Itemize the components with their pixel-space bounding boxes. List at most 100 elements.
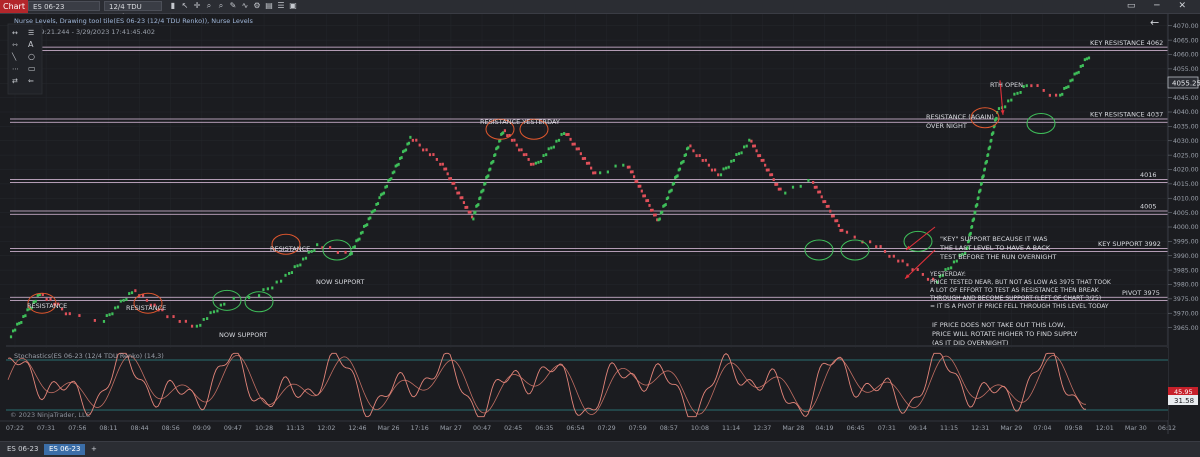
renko-brick [336, 251, 339, 254]
zoom-in-icon[interactable]: ⌕ [204, 1, 214, 11]
renko-brick [606, 170, 609, 174]
renko-brick [1042, 89, 1045, 92]
renko-brick [594, 171, 597, 175]
renko-brick [1085, 57, 1089, 61]
draw-icon[interactable]: ✎ [228, 1, 238, 11]
renko-brick [130, 291, 134, 295]
dash-line-tool-icon[interactable]: ⋯ [12, 65, 19, 73]
yesterday-note-line-1: YESTERDAY: [929, 271, 966, 278]
add-tab-button[interactable]: + [86, 444, 102, 455]
renko-brick [661, 210, 664, 214]
window-controls[interactable]: ▭ ─ ✕ [1127, 0, 1194, 13]
ray-tool-icon[interactable]: ⇿ [12, 41, 18, 49]
pointer-icon[interactable]: ↖ [180, 1, 190, 11]
bar-type-selector[interactable]: 12/4 TDU Renko [104, 1, 162, 21]
renko-brick [522, 153, 525, 157]
extended-line-tool-icon[interactable]: ╲ [11, 52, 17, 61]
renko-brick [1061, 92, 1064, 96]
renko-brick [695, 154, 698, 158]
renko-brick [719, 173, 723, 177]
renko-brick [678, 167, 682, 171]
renko-brick [537, 160, 540, 164]
renko-brick [818, 190, 822, 194]
bar-chart-icon[interactable]: ▮ [168, 1, 178, 11]
price-label: 4025.00 [1173, 152, 1199, 159]
circle-tool-icon[interactable]: ○ [28, 52, 35, 61]
renko-brick [916, 268, 919, 271]
crosshair-icon[interactable]: ✛ [192, 1, 202, 11]
current-price-label: 4055.25 [1172, 80, 1200, 88]
time-label: 08:57 [660, 425, 678, 432]
chart-canvas[interactable]: KEY RESISTANCE 4062 KEY RESISTANCE 4037 40… [0, 14, 1200, 434]
app-chart-tab[interactable]: Chart [0, 0, 28, 13]
renko-brick [547, 147, 550, 151]
renko-brick [906, 263, 909, 267]
renko-brick [64, 312, 68, 316]
renko-brick [506, 134, 509, 138]
strategy-icon[interactable]: ⚙ [252, 1, 262, 11]
time-label: 07:04 [1033, 425, 1051, 432]
footer-tab-1[interactable]: ES 06-23 [2, 444, 44, 455]
annotation-resistance-yesterday: RESISTANCE YESTERDAY [480, 118, 560, 126]
low-note-line-2: PRICE WILL ROTATE HIGHER TO FIND SUPPLY [932, 330, 1078, 338]
price-label: 3985.00 [1173, 267, 1199, 274]
price-label: 3990.00 [1173, 253, 1199, 260]
price-label: 4045.00 [1173, 95, 1199, 102]
time-label: 11:14 [722, 425, 740, 432]
line-tool-icon[interactable]: ↔ [12, 29, 18, 37]
instrument-selector[interactable]: ES 06-23 [28, 1, 100, 11]
renko-brick [477, 203, 480, 207]
renko-brick [102, 320, 106, 323]
renko-brick [972, 217, 976, 221]
renko-brick [748, 138, 751, 142]
indicator-icon[interactable]: ∿ [240, 1, 250, 11]
text-tool-icon[interactable]: ☰ [28, 29, 34, 37]
renko-brick [687, 146, 690, 150]
renko-brick [921, 273, 924, 276]
price-label: 4070.00 [1173, 23, 1199, 30]
renko-brick [497, 145, 500, 149]
lock-icon[interactable]: ▣ [288, 1, 298, 11]
renko-brick [901, 259, 904, 263]
renko-brick [492, 160, 495, 163]
arrow-tool-icon[interactable]: ⇄ [12, 77, 18, 85]
time-label: 07:59 [629, 425, 647, 432]
renko-brick [1054, 93, 1058, 97]
undo-tool-icon[interactable]: ⇐ [28, 77, 34, 85]
zoom-out-icon[interactable]: ⌕ [216, 1, 226, 11]
renko-brick [469, 210, 472, 214]
time-label: 09:09 [193, 425, 211, 432]
renko-brick [832, 214, 835, 218]
renko-brick [527, 158, 530, 161]
text-label-tool-icon[interactable]: A [28, 40, 34, 49]
time-label: 08:11 [99, 425, 117, 432]
annotation-now-support-1: NOW SUPPORT [219, 331, 267, 339]
renko-brick [950, 266, 953, 270]
renko-brick [784, 191, 787, 195]
rect-tool-icon[interactable]: ▭ [28, 64, 36, 73]
renko-brick [453, 181, 456, 185]
renko-brick [78, 314, 81, 317]
renko-brick [534, 161, 537, 165]
renko-brick [853, 235, 856, 239]
renko-brick [770, 173, 774, 177]
renko-brick [474, 210, 477, 214]
renko-brick [824, 200, 827, 203]
renko-brick [947, 267, 950, 271]
stochastics-panel[interactable] [6, 348, 1168, 420]
footer-tab-2[interactable]: ES 06-23 [44, 444, 86, 455]
template-icon[interactable]: ▤ [264, 1, 274, 11]
renko-brick [997, 107, 1001, 110]
renko-brick [515, 143, 518, 147]
renko-brick [472, 217, 475, 221]
renko-brick [178, 320, 181, 323]
renko-brick [585, 161, 589, 165]
renko-brick [119, 299, 122, 303]
low-note-line-1: IF PRICE DOES NOT TAKE OUT THIS LOW, [932, 321, 1065, 329]
time-label: 07:22 [6, 425, 24, 432]
back-arrow-icon[interactable]: ← [1150, 16, 1159, 29]
renko-brick [304, 256, 308, 260]
renko-brick [976, 203, 979, 207]
properties-icon[interactable]: ☰ [276, 1, 286, 11]
renko-brick [897, 259, 900, 263]
